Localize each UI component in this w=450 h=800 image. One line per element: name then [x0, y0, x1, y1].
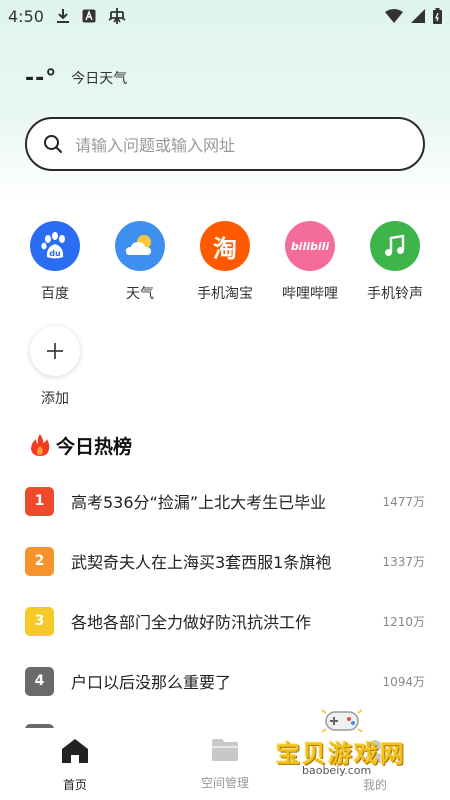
weather-cloud-sun-icon: [115, 221, 165, 271]
baidu-paw-icon: du: [30, 221, 80, 271]
shortcut-weather[interactable]: 天气: [102, 221, 178, 303]
hot-list-item[interactable]: 4 户口以后没那么重要了 1094万: [25, 666, 425, 696]
status-bar: 4:50: [0, 0, 450, 32]
status-icons-left: [56, 7, 126, 25]
hot-list-header: 今日热榜: [30, 430, 132, 460]
svg-text:du: du: [49, 249, 61, 258]
fire-icon: [30, 433, 50, 457]
shortcut-bilibili[interactable]: bilibili 哔哩哔哩: [272, 221, 348, 303]
rank-badge: 2: [25, 546, 54, 576]
bilibili-glyph: bilibili: [290, 239, 330, 253]
rank-badge: 3: [25, 606, 54, 636]
taobao-icon: 淘: [200, 221, 250, 271]
shortcut-label: 手机铃声: [367, 286, 423, 302]
hot-list-item[interactable]: 3 各地各部门全力做好防汛抗洪工作 1210万: [25, 606, 425, 636]
folder-icon: [211, 738, 239, 762]
hot-item-title: 户口以后没那么重要了: [71, 673, 232, 692]
watermark-url: baobeiy.com: [302, 764, 372, 777]
nav-space-management-label: 空间管理: [200, 776, 249, 790]
hot-list-title: 今日热榜: [56, 435, 133, 458]
add-shortcut-label: 添加: [41, 391, 69, 407]
rank-badge: 1: [25, 486, 54, 516]
a-icon: [82, 9, 96, 23]
weather-temperature: --°: [25, 65, 58, 91]
plus-icon: [30, 326, 80, 376]
download-icon: [56, 8, 70, 24]
taobao-glyph: 淘: [213, 234, 237, 263]
hot-item-count: 1477万: [382, 494, 425, 509]
nav-home[interactable]: 首页: [35, 738, 115, 793]
bug-icon: [108, 7, 126, 25]
hot-item-title: 各地各部门全力做好防汛抗洪工作: [71, 613, 312, 632]
hot-item-count: 1337万: [382, 554, 425, 569]
shortcut-ringtone[interactable]: 手机铃声: [357, 221, 433, 303]
shortcut-label: 哔哩哔哩: [282, 286, 338, 302]
rank-badge: 4: [25, 666, 54, 696]
signal-icon: [411, 9, 425, 23]
hot-item-count: 1210万: [382, 614, 425, 629]
search-icon: [43, 134, 63, 154]
shortcut-label: 百度: [41, 286, 69, 302]
home-icon: [61, 738, 89, 764]
weather-label: 今日天气: [71, 71, 128, 87]
shortcut-taobao[interactable]: 淘 手机淘宝: [187, 221, 263, 303]
hot-list-item[interactable]: 1 高考536分“捡漏”上北大考生已毕业 1477万: [25, 486, 425, 516]
shortcut-baidu[interactable]: du 百度: [17, 221, 93, 303]
music-note-icon: [370, 221, 420, 271]
wifi-icon: [385, 9, 403, 23]
watermark: 宝贝游戏网 baobeiy.com: [272, 706, 432, 786]
hot-list-item[interactable]: 2 武契奇夫人在上海买3套西服1条旗袍 1337万: [25, 546, 425, 576]
search-input[interactable]: 请输入问题或输入网址: [25, 117, 425, 171]
search-placeholder: 请输入问题或输入网址: [75, 136, 236, 155]
status-time: 4:50: [8, 6, 44, 26]
battery-icon: [433, 8, 442, 24]
nav-space-management[interactable]: 空间管理: [185, 738, 265, 791]
hot-item-title: 武契奇夫人在上海买3套西服1条旗袍: [71, 553, 332, 572]
nav-home-label: 首页: [62, 778, 87, 792]
bilibili-icon: bilibili: [285, 221, 335, 271]
hot-item-count: 1094万: [382, 674, 425, 689]
shortcut-label: 手机淘宝: [197, 286, 253, 302]
status-icons-right: [385, 8, 442, 24]
add-shortcut-button[interactable]: 添加: [17, 326, 93, 408]
hot-item-title: 高考536分“捡漏”上北大考生已毕业: [71, 493, 327, 512]
shortcut-label: 天气: [126, 286, 154, 302]
weather-widget[interactable]: --° 今日天气: [25, 64, 127, 92]
